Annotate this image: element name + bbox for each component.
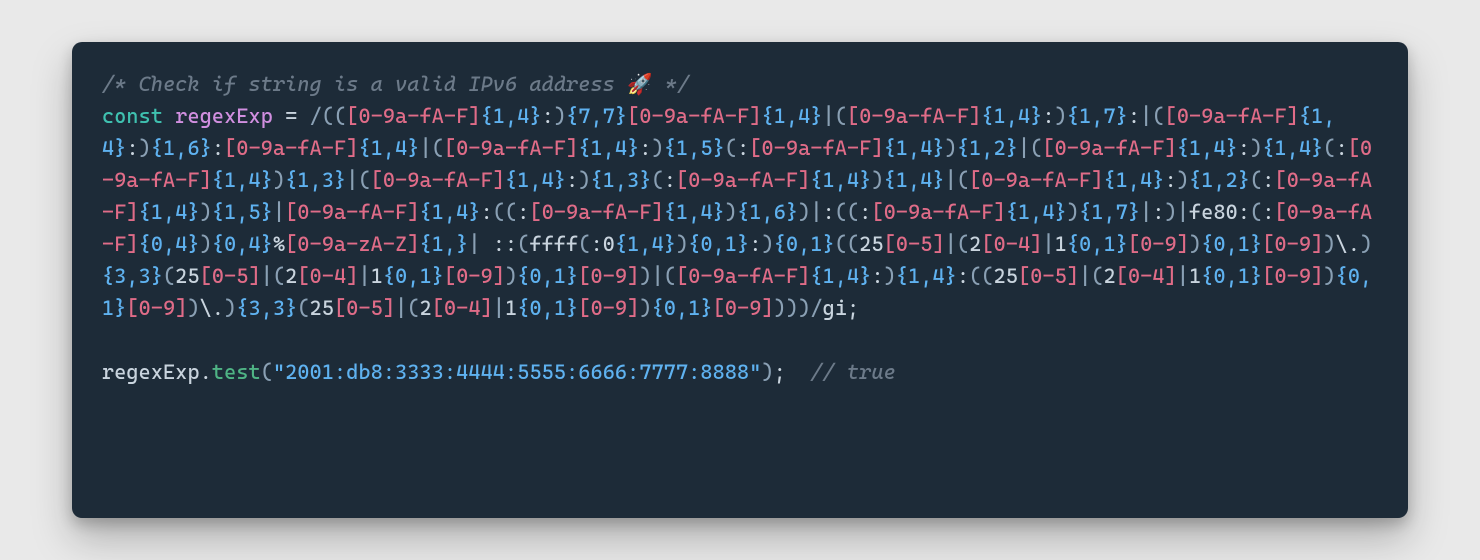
regex-flags: gi [823,296,847,320]
code-card: /* Check if string is a valid IPv6 addre… [72,42,1408,518]
regex-open-slash: / [310,104,322,128]
comment-line: /* Check if string is a valid IPv6 addre… [102,72,689,96]
method-test: test [212,360,261,384]
code-block: /* Check if string is a valid IPv6 addre… [102,68,1378,388]
keyword-const: const [102,104,163,128]
rocket-icon: 🚀 [627,72,653,96]
variable-regexexp: regexExp [175,104,273,128]
call-object: regexExp [102,360,200,384]
regex-close-slash: / [810,296,822,320]
operator-equals: = [285,104,297,128]
test-argument: "2001:db8:3333:4444:5555:6666:7777:8888" [273,360,761,384]
result-comment: // true [810,360,895,384]
